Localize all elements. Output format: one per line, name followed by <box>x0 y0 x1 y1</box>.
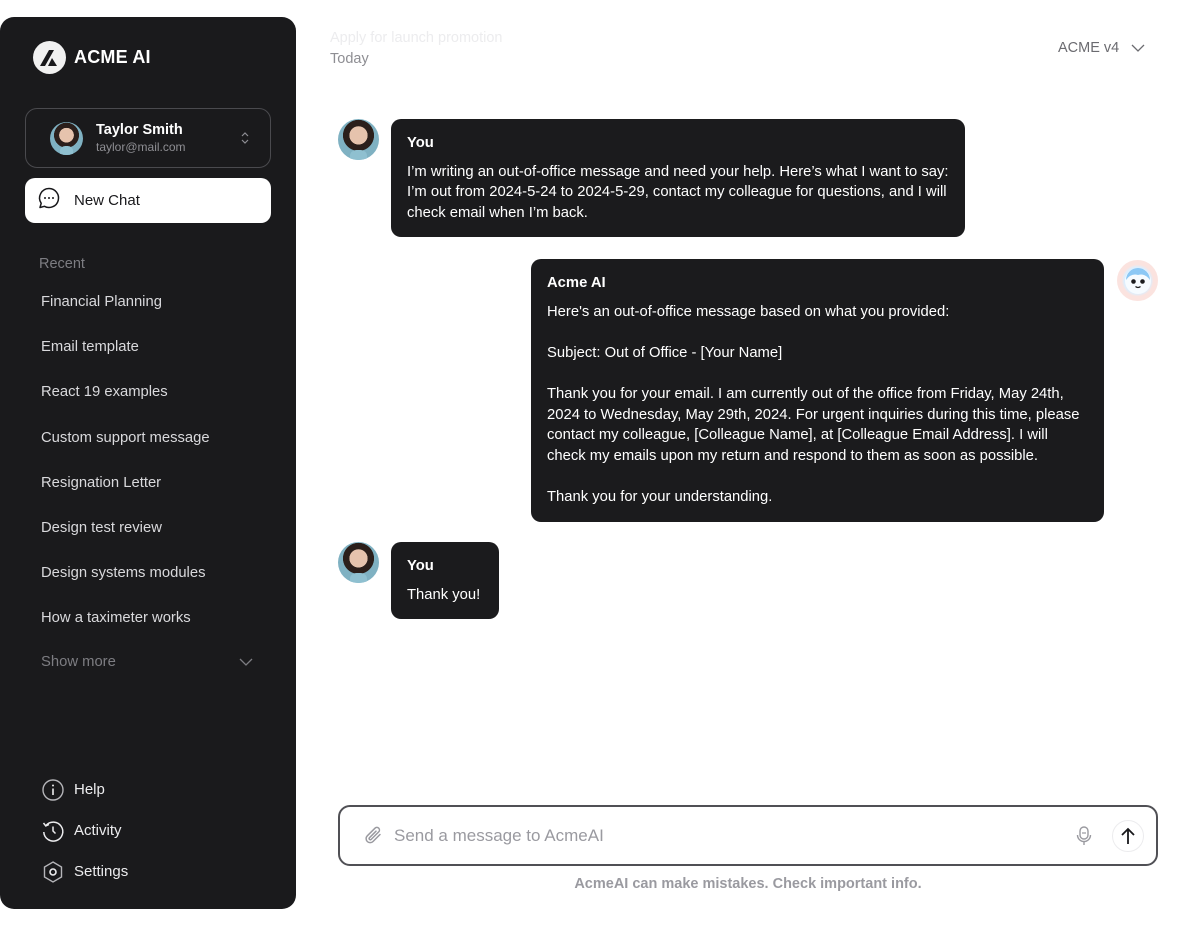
conversation-date: Today <box>330 51 369 67</box>
send-button[interactable] <box>1112 820 1144 852</box>
message-sender: You <box>407 558 434 574</box>
user-name: Taylor Smith <box>96 122 183 138</box>
sidebar: ACME AI Taylor Smith taylor@mail.com New… <box>0 17 296 909</box>
message-text: Thank you! <box>407 586 481 603</box>
info-icon <box>41 778 65 802</box>
sidebar-item-label: Help <box>74 781 105 798</box>
message-sender: Acme AI <box>547 275 606 291</box>
brand-logo-icon <box>33 41 66 74</box>
recent-chat-item[interactable]: Custom support message <box>41 428 210 473</box>
recent-chat-item[interactable]: Resignation Letter <box>41 473 210 518</box>
chevron-down-icon <box>239 654 253 670</box>
recent-heading: Recent <box>39 256 85 272</box>
user-message: You I’m writing an out-of-office message… <box>391 119 965 238</box>
robot-face-icon <box>1124 267 1151 294</box>
paperclip-icon[interactable] <box>364 825 384 852</box>
recent-chat-item[interactable]: Design test review <box>41 518 210 563</box>
message-text: Here's an out-of-office message based on… <box>547 303 1080 505</box>
conversation-title: Apply for launch promotion <box>330 30 503 46</box>
message-input[interactable] <box>394 821 1034 851</box>
recent-chat-item[interactable]: React 19 examples <box>41 382 210 427</box>
user-avatar <box>50 121 83 155</box>
recent-chat-item[interactable]: How a taximeter works <box>41 608 210 653</box>
recent-chat-item[interactable]: Financial Planning <box>41 292 210 337</box>
history-icon <box>41 819 65 843</box>
new-chat-label: New Chat <box>74 192 140 209</box>
disclaimer-text: AcmeAI can make mistakes. Check importan… <box>574 876 922 892</box>
message-composer <box>338 805 1158 866</box>
user-avatar <box>338 119 379 160</box>
user-message-avatar <box>338 119 379 160</box>
sidebar-bottom-nav: Help Activity Settings <box>41 769 128 892</box>
model-selector[interactable]: ACME v4 <box>1058 40 1145 56</box>
assistant-message: Acme AI Here's an out-of-office message … <box>531 259 1104 522</box>
user-message-avatar <box>338 542 379 583</box>
model-name: ACME v4 <box>1058 40 1120 56</box>
user-avatar <box>338 542 379 583</box>
message-text: I’m writing an out-of-office message and… <box>407 163 953 221</box>
user-email: taylor@mail.com <box>96 140 186 154</box>
show-more-button[interactable]: Show more <box>41 654 253 670</box>
sidebar-item-label: Activity <box>74 822 122 839</box>
brand: ACME AI <box>33 41 151 74</box>
chat-bubble-icon <box>37 186 61 215</box>
user-switcher[interactable]: Taylor Smith taylor@mail.com <box>25 108 271 168</box>
show-more-label: Show more <box>41 654 116 670</box>
brand-name: ACME AI <box>74 47 151 67</box>
new-chat-button[interactable]: New Chat <box>25 178 271 223</box>
microphone-icon[interactable] <box>1074 825 1094 852</box>
recent-chats-list: Financial Planning Email template React … <box>41 292 210 654</box>
assistant-avatar <box>1117 260 1158 301</box>
chevron-up-down-icon <box>240 131 250 150</box>
message-sender: You <box>407 135 434 151</box>
arrow-up-icon <box>1121 827 1135 844</box>
recent-chat-item[interactable]: Design systems modules <box>41 563 210 608</box>
sidebar-item-help[interactable]: Help <box>41 769 128 810</box>
user-message: You Thank you! <box>391 542 499 620</box>
sidebar-item-activity[interactable]: Activity <box>41 810 128 851</box>
chevron-down-icon <box>1119 40 1145 56</box>
recent-chat-item[interactable]: Email template <box>41 337 210 382</box>
